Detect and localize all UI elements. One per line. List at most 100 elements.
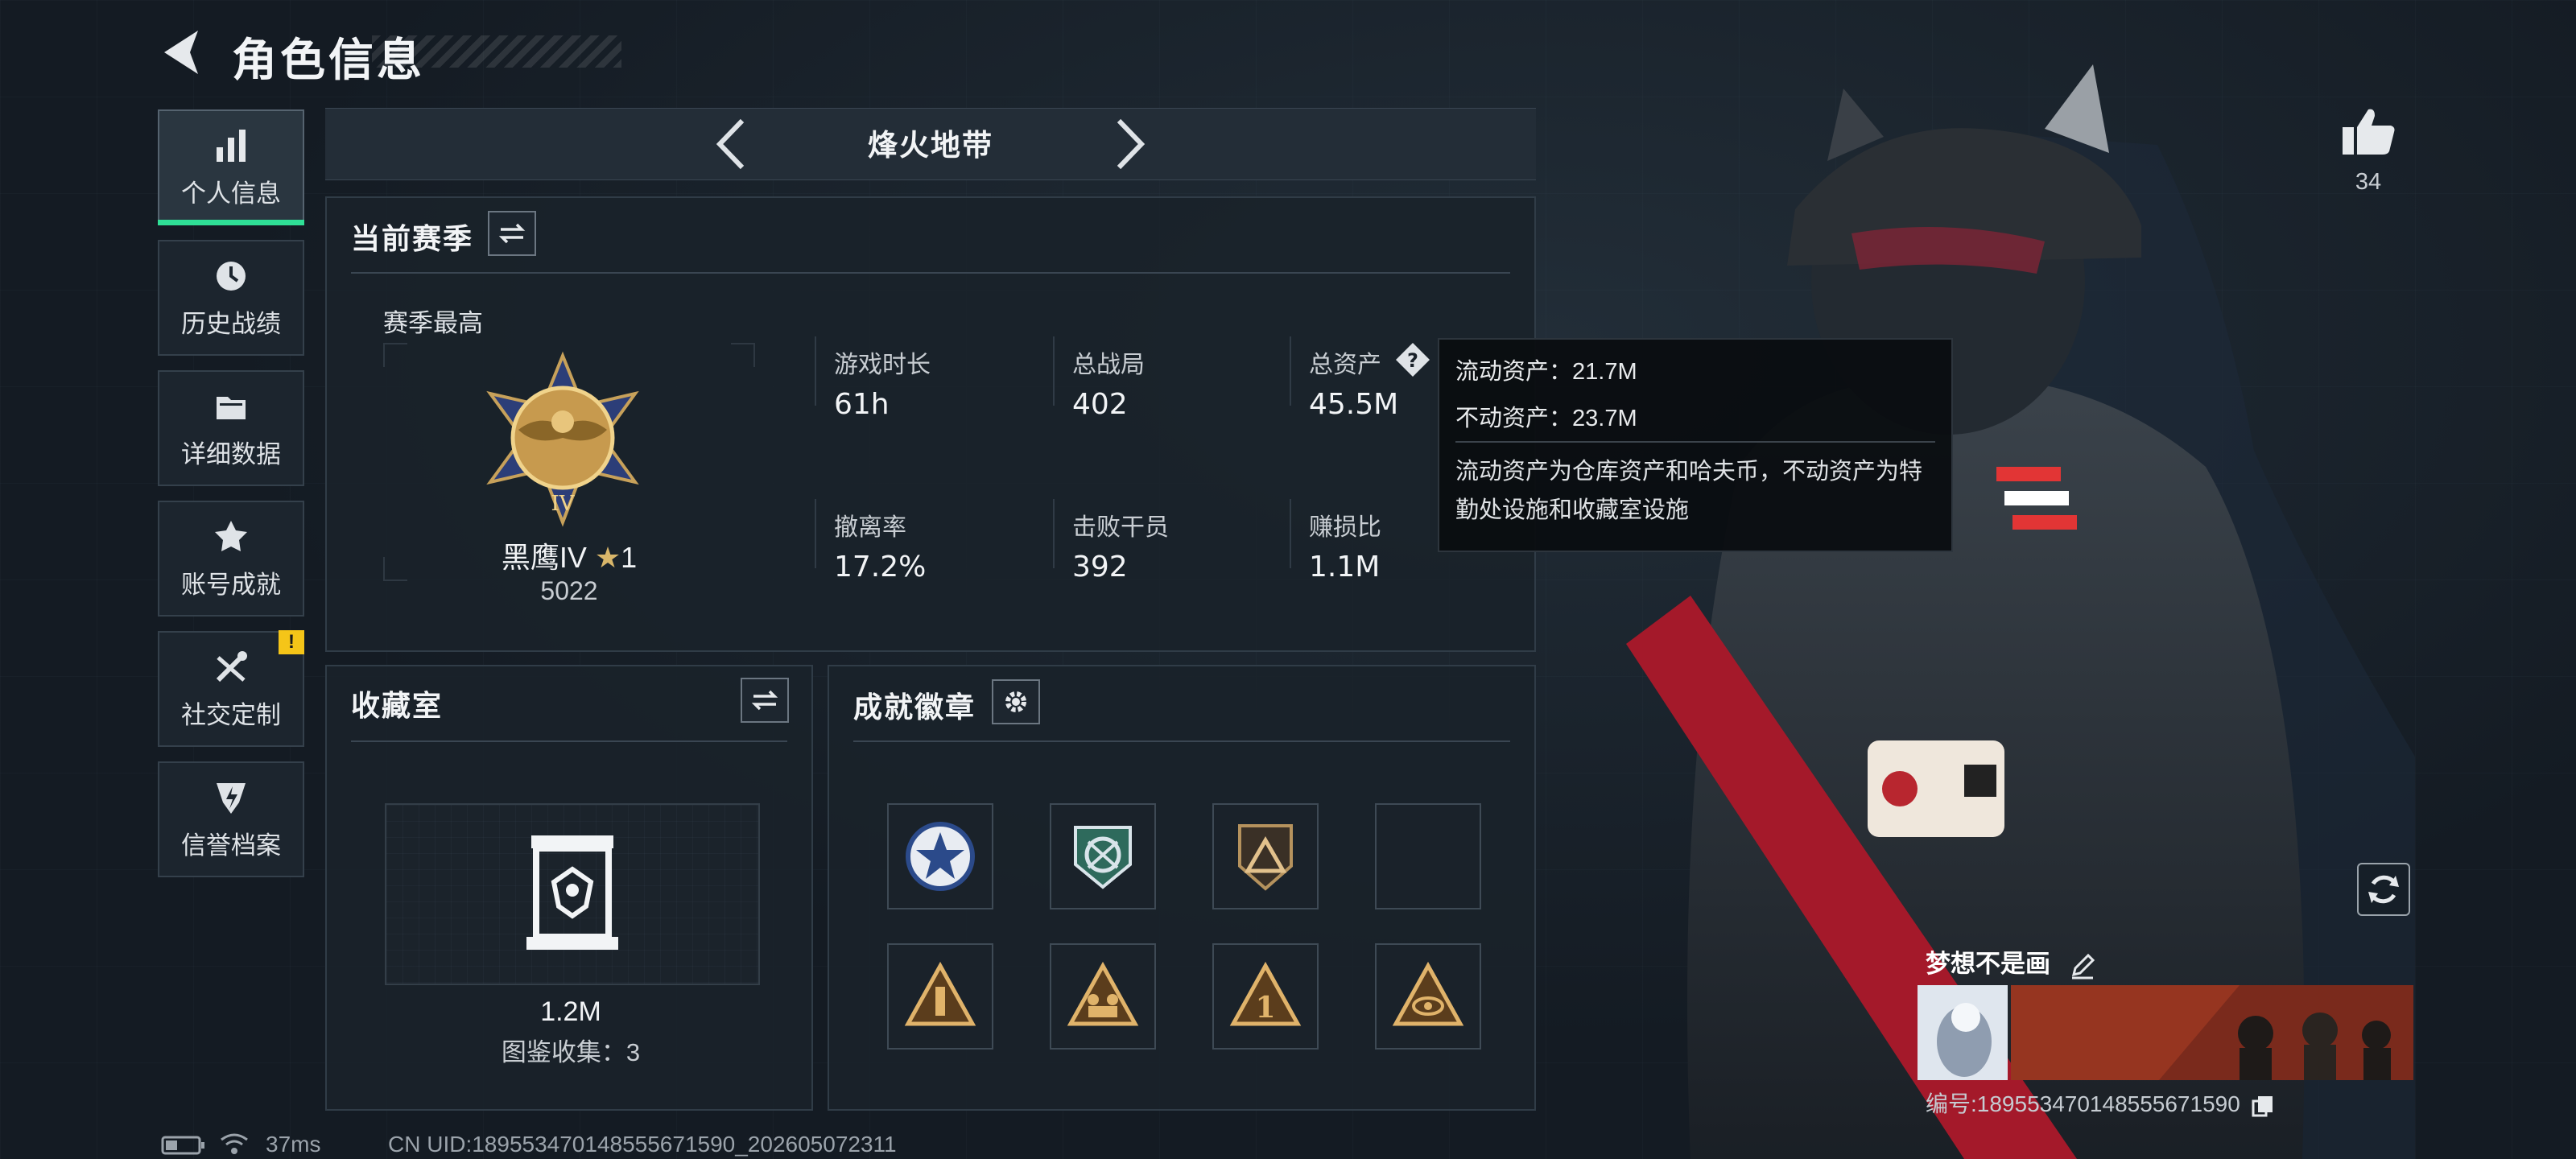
divider	[815, 336, 816, 406]
stat-value: 1.1M	[1309, 551, 1381, 584]
achievement-badge[interactable]	[887, 943, 993, 1050]
prev-mode-button[interactable]	[710, 116, 750, 172]
edit-name-button[interactable]	[2069, 952, 2096, 980]
sidebar-item-label: 详细数据	[181, 439, 281, 468]
stat-label: 总资产	[1309, 352, 1381, 378]
eye-triangle-badge-icon	[1392, 961, 1464, 1026]
stat-label: 赚损比	[1309, 514, 1381, 541]
rank-stars: 1	[621, 541, 638, 574]
season-title: 当前赛季	[351, 222, 474, 255]
sidebar-item-label: 账号成就	[181, 570, 281, 599]
battery-icon	[161, 1135, 206, 1156]
stat-label: 击败干员	[1072, 514, 1169, 541]
achievement-badge[interactable]	[1050, 943, 1156, 1050]
thumbs-up-icon	[2343, 109, 2395, 155]
sidebar-item-personal-info[interactable]: 个人信息	[158, 109, 304, 225]
sidebar-item-label: 社交定制	[181, 700, 281, 729]
stat-value: 45.5M	[1309, 388, 1399, 421]
collection-panel: 收藏室 1.2M 图鉴收集：3	[325, 665, 813, 1111]
sidebar-item-reputation[interactable]: 信誉档案	[158, 761, 304, 877]
next-mode-button[interactable]	[1111, 116, 1151, 172]
player-card[interactable]	[1918, 985, 2413, 1080]
svg-text:1: 1	[1255, 991, 1275, 1025]
star-emblem-badge-icon	[906, 822, 975, 891]
divider	[853, 740, 1510, 742]
achievement-badge[interactable]	[887, 803, 993, 909]
stat-label: 总战局	[1072, 352, 1145, 378]
season-switch-button[interactable]	[488, 211, 536, 256]
rotate-view-button[interactable]	[2357, 863, 2410, 916]
divider	[351, 272, 1510, 274]
divider	[351, 740, 787, 742]
player-id-row: 编号:1895534701485556715​90	[1926, 1087, 2274, 1119]
divider	[1053, 499, 1055, 568]
asset-help-button[interactable]: ?	[1394, 341, 1431, 378]
stat-value: 402	[1072, 388, 1128, 421]
star-icon: ★	[594, 541, 621, 574]
achievement-badge[interactable]	[1375, 943, 1481, 1050]
pyramid-shield-badge-icon	[1238, 824, 1293, 891]
season-best-label: 赛季最高	[383, 309, 483, 337]
shield-lightning-icon	[208, 778, 254, 817]
like-button[interactable]	[2339, 105, 2397, 158]
divider	[1290, 336, 1291, 406]
gear-icon	[1005, 691, 1026, 712]
chevron-right-icon	[1117, 118, 1146, 170]
copy-id-button[interactable]	[2252, 1095, 2274, 1117]
stat-value: 17.2%	[834, 551, 927, 584]
achievement-badge[interactable]	[1212, 803, 1319, 909]
chevron-left-icon	[716, 118, 745, 170]
wifi-icon	[219, 1132, 250, 1156]
stat-value: 61h	[834, 388, 890, 421]
collection-switch-button[interactable]	[741, 678, 789, 723]
tower-triangle-badge-icon	[904, 961, 976, 1026]
refresh-icon	[2368, 875, 2399, 904]
uid-footer: CN UID:1895534701485556715​90_2026050723…	[388, 1132, 897, 1157]
fixed-assets: 不动资产：23.7M	[1455, 406, 1637, 431]
display-case-icon	[522, 832, 623, 953]
achievement-badge[interactable]: 1	[1212, 943, 1319, 1050]
svg-text:?: ?	[1407, 349, 1418, 372]
divider	[815, 499, 816, 568]
stat-label: 撤离率	[834, 514, 906, 541]
achievement-badge[interactable]	[1050, 803, 1156, 909]
achievement-badge-empty-slot[interactable]	[1375, 803, 1481, 909]
stat-label: 游戏时长	[834, 352, 931, 378]
mode-title: 烽火地带	[868, 129, 993, 162]
sidebar-item-label: 信誉档案	[181, 831, 281, 860]
question-diamond-icon: ?	[1396, 343, 1430, 377]
rank-points: 5022	[540, 576, 598, 605]
history-clock-icon	[208, 257, 254, 295]
achievement-title: 成就徽章	[853, 691, 976, 724]
player-name-row: 梦想不是画	[1926, 943, 2096, 980]
svg-text:IV: IV	[551, 492, 575, 516]
rank-name-row: 黑鹰IV ★1	[423, 534, 715, 576]
back-arrow-icon	[164, 31, 198, 74]
asset-description: 流动资产为仓库资产和哈夫币，不动资产为特勤处设施和收藏室设施	[1455, 459, 1923, 523]
liquid-assets: 流动资产：21.7M	[1455, 359, 1637, 385]
sidebar-item-history[interactable]: 历史战绩	[158, 240, 304, 356]
bar-chart-icon	[208, 126, 254, 165]
pencil-icon	[2071, 953, 2095, 980]
achievement-settings-button[interactable]	[992, 679, 1040, 724]
back-button[interactable]	[158, 24, 209, 80]
collection-title: 收藏室	[351, 689, 444, 722]
swap-arrows-icon	[498, 223, 526, 244]
sidebar-item-detailed-data[interactable]: 详细数据	[158, 370, 304, 486]
sidebar-item-label: 历史战绩	[181, 309, 281, 338]
divider	[1053, 336, 1055, 406]
swap-arrows-icon	[751, 690, 778, 711]
achievement-panel: 成就徽章 1	[828, 665, 1536, 1111]
notification-badge: !	[279, 630, 304, 654]
sidebar-item-label: 个人信息	[181, 179, 281, 208]
like-count: 34	[2355, 169, 2382, 195]
soldiers-triangle-badge-icon	[1067, 961, 1139, 1026]
stat-value: 392	[1072, 551, 1128, 584]
asset-tooltip: 流动资产：21.7M 不动资产：23.7M 流动资产为仓库资产和哈夫币，不动资产…	[1438, 338, 1953, 552]
title-decoration	[372, 35, 621, 68]
collection-value: 1.2M	[540, 996, 601, 1027]
divider	[1455, 441, 1935, 443]
sidebar-item-achievements[interactable]: 账号成就	[158, 501, 304, 617]
rank-name: 黑鹰IV	[501, 541, 587, 574]
number-one-triangle-badge-icon: 1	[1229, 961, 1302, 1026]
